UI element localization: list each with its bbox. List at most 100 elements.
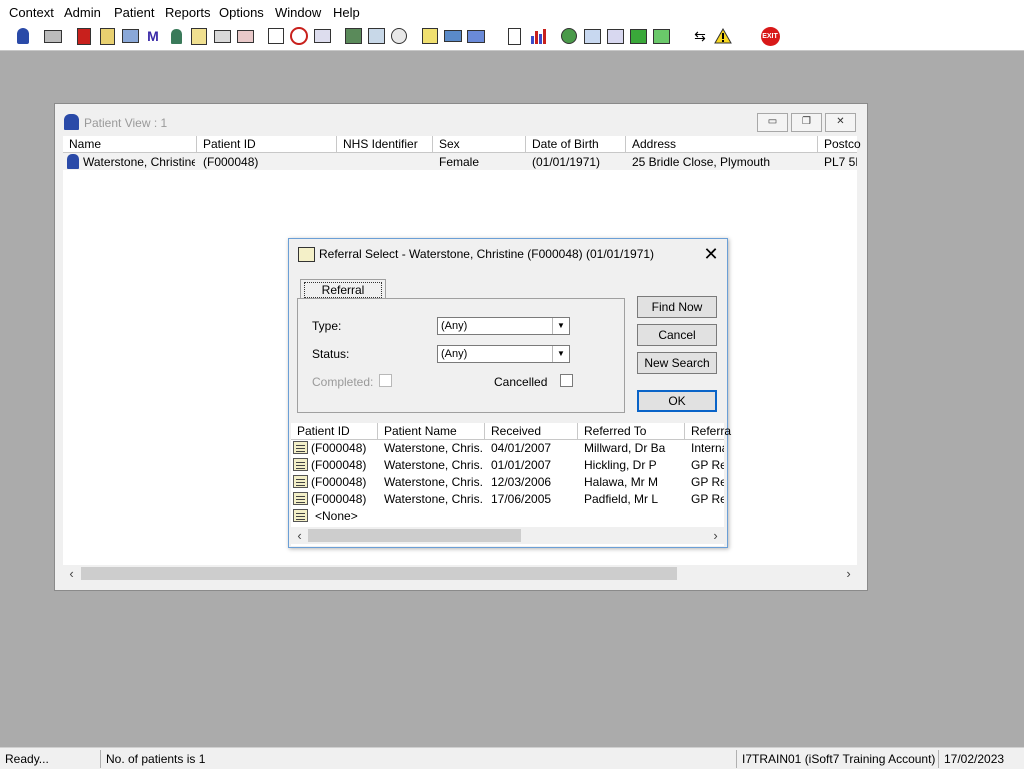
cell-received: 17/06/2005 — [491, 492, 552, 506]
column-header-date-of-birth[interactable]: Date of Birth — [526, 136, 626, 153]
table-row[interactable]: (F000048) Waterstone, Chris... 12/03/200… — [291, 474, 724, 491]
horizontal-scrollbar[interactable]: ‹ › — [291, 527, 724, 544]
column-header-nhs-identifier[interactable]: NHS Identifier — [337, 136, 433, 153]
referral-icon[interactable] — [582, 26, 602, 46]
cancel-button[interactable]: Cancel — [637, 324, 717, 346]
clock-icon[interactable] — [289, 26, 309, 46]
scroll-left-arrow-icon[interactable]: ‹ — [291, 527, 308, 544]
list-item-none[interactable]: <None> — [291, 508, 724, 525]
completed-checkbox[interactable] — [379, 374, 392, 387]
cell-referral: GP Re — [691, 492, 724, 506]
find-now-button[interactable]: Find Now — [637, 296, 717, 318]
cell-patient-id: (F000048) — [311, 458, 367, 472]
cancelled-checkbox[interactable] — [560, 374, 573, 387]
cell-referred-to: Millward, Dr Ba — [584, 441, 666, 455]
close-button[interactable]: ✕ — [825, 113, 856, 132]
type-label: Type: — [312, 319, 342, 333]
horizontal-scrollbar[interactable]: ‹ › — [63, 565, 857, 582]
form-icon[interactable] — [366, 26, 386, 46]
cell-referral: GP Re — [691, 475, 724, 489]
column-header-patient-id[interactable]: Patient ID — [291, 423, 378, 440]
column-header-name[interactable]: Name — [63, 136, 197, 153]
menu-bar: Context Admin Patient Reports Options Wi… — [0, 0, 1024, 23]
cell-patient-name: Waterstone, Chris... — [384, 475, 483, 489]
photo-icon[interactable] — [343, 26, 363, 46]
table-row[interactable]: (F000048) Waterstone, Chris... 01/01/200… — [291, 457, 724, 474]
warning-icon[interactable] — [713, 26, 733, 46]
cell-received: 01/01/2007 — [491, 458, 552, 472]
menu-patient[interactable]: Patient — [114, 5, 154, 20]
menu-help[interactable]: Help — [333, 5, 360, 20]
tab-referral-details[interactable]: Referral Details — [300, 279, 386, 311]
scroll-right-arrow-icon[interactable]: › — [707, 527, 724, 544]
restore-button[interactable]: ❐ — [791, 113, 822, 132]
column-header-patient-id[interactable]: Patient ID — [197, 136, 337, 153]
cell-received: 04/01/2007 — [491, 441, 552, 455]
cell-patient-name: Waterstone, Chris... — [384, 492, 483, 506]
menu-reports[interactable]: Reports — [165, 5, 211, 20]
gauge-icon[interactable] — [389, 26, 409, 46]
green-grid-icon[interactable] — [651, 26, 671, 46]
check-list-icon[interactable] — [605, 26, 625, 46]
menu-options[interactable]: Options — [219, 5, 264, 20]
table-row[interactable]: (F000048) Waterstone, Chris... 04/01/200… — [291, 440, 724, 457]
referral-icon — [293, 509, 308, 522]
scrollbar-thumb[interactable] — [81, 567, 677, 580]
transfer-icon[interactable]: ⇆ — [690, 26, 710, 46]
scroll-right-arrow-icon[interactable]: › — [840, 565, 857, 582]
status-ready: Ready... — [5, 752, 49, 766]
status-select[interactable]: (Any) ▼ — [437, 345, 570, 363]
patient-icon[interactable] — [13, 26, 33, 46]
list-icon[interactable] — [420, 26, 440, 46]
cell-referral: Interna — [691, 441, 724, 455]
menu-admin[interactable]: Admin — [64, 5, 101, 20]
patient-icon — [67, 154, 79, 169]
scanner-icon[interactable] — [120, 26, 140, 46]
column-header-received[interactable]: Received — [485, 423, 578, 440]
notes-icon[interactable] — [189, 26, 209, 46]
scroll-left-arrow-icon[interactable]: ‹ — [63, 565, 80, 582]
column-header-patient-name[interactable]: Patient Name — [378, 423, 485, 440]
cell-referred-to: Hickling, Dr P — [584, 458, 657, 472]
type-select[interactable]: (Any) ▼ — [437, 317, 570, 335]
ok-button[interactable]: OK — [637, 390, 717, 412]
cell-dob: (01/01/1971) — [532, 155, 601, 169]
exit-icon[interactable]: EXIT — [760, 26, 780, 46]
cell-patient-name: Waterstone, Chris... — [384, 458, 483, 472]
red-book-icon[interactable] — [74, 26, 94, 46]
minimize-button[interactable]: ▭ — [757, 113, 788, 132]
table-row[interactable]: (F000048) Waterstone, Chris... 17/06/200… — [291, 491, 724, 508]
menu-context[interactable]: Context — [9, 5, 54, 20]
letter-m-icon[interactable]: M — [143, 26, 163, 46]
cards-icon[interactable] — [212, 26, 232, 46]
column-header-sex[interactable]: Sex — [433, 136, 526, 153]
chevron-down-icon[interactable]: ▼ — [552, 318, 569, 334]
edit-icon[interactable] — [97, 26, 117, 46]
chevron-down-icon[interactable]: ▼ — [552, 346, 569, 362]
monitor-icon[interactable] — [312, 26, 332, 46]
bar-chart-icon[interactable] — [528, 26, 548, 46]
bed-icon[interactable] — [443, 26, 463, 46]
cell-referred-to: Padfield, Mr L — [584, 492, 659, 506]
cards2-icon[interactable] — [235, 26, 255, 46]
close-icon[interactable]: ✕ — [699, 243, 723, 265]
ambulance-icon[interactable] — [466, 26, 486, 46]
cancelled-label: Cancelled — [494, 375, 548, 389]
cell-sex: Female — [439, 155, 480, 169]
column-header-address[interactable]: Address — [626, 136, 818, 153]
new-search-button[interactable]: New Search — [637, 352, 717, 374]
menu-window[interactable]: Window — [275, 5, 321, 20]
completed-label: Completed: — [312, 375, 374, 389]
search-doc-icon[interactable] — [266, 26, 286, 46]
printer-icon[interactable] — [43, 26, 63, 46]
type-select-value: (Any) — [441, 320, 468, 332]
dialog-title: Referral Select - Waterstone, Christine … — [319, 247, 655, 261]
column-header-postcode[interactable]: Postco — [818, 136, 861, 153]
globe-icon[interactable] — [559, 26, 579, 46]
document-icon[interactable] — [504, 26, 524, 46]
nurse-icon[interactable] — [166, 26, 186, 46]
column-header-referred-to[interactable]: Referred To — [578, 423, 685, 440]
column-header-referral[interactable]: Referra — [685, 423, 731, 440]
green-arrow-icon[interactable] — [628, 26, 648, 46]
scrollbar-thumb[interactable] — [308, 529, 521, 542]
